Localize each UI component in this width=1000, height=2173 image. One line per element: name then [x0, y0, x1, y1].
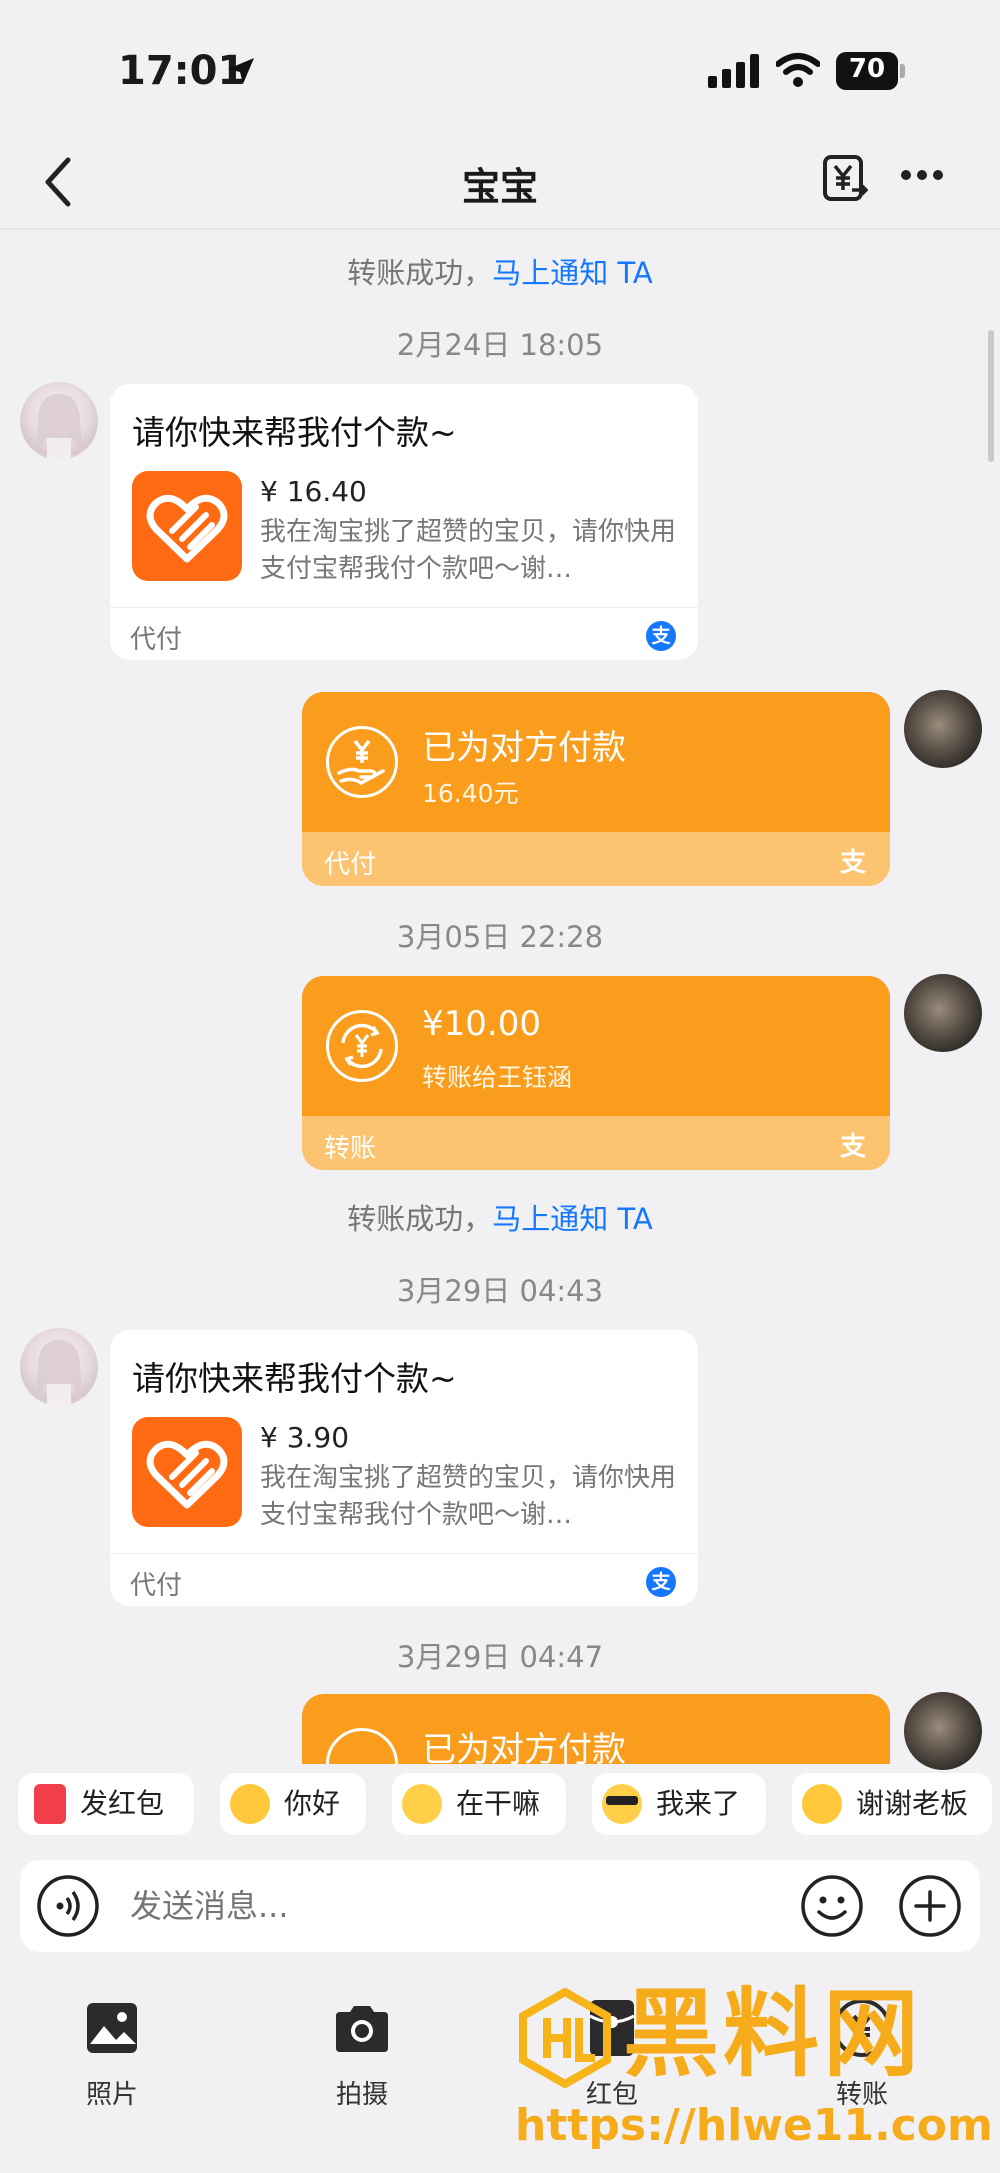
pay-request-card[interactable]: 请你快来帮我付个款~ ¥ 16.40 我在淘宝挑了超赞的宝贝，请你快用支付宝帮我… — [110, 384, 698, 660]
message-input-bar — [20, 1860, 980, 1952]
sunglasses-emoji-icon — [602, 1784, 642, 1824]
camera-icon — [336, 2006, 388, 2052]
request-description: 我在淘宝挑了超赞的宝贝，请你快用支付宝帮我付个款吧～谢… — [260, 517, 677, 584]
quick-reply-label: 谢谢老板 — [856, 1787, 969, 1820]
voice-icon[interactable] — [36, 1874, 100, 1938]
paid-title: 已为对方付款 — [422, 728, 626, 768]
status-bar: 17:01 70 — [0, 0, 1000, 140]
add-icon[interactable] — [898, 1874, 962, 1938]
card-divider — [110, 607, 698, 608]
pay-request-card[interactable]: 请你快来帮我付个款~ ¥ 3.90 我在淘宝挑了超赞的宝贝，请你快用支付宝帮我付… — [110, 1330, 698, 1606]
battery-tip — [900, 64, 905, 78]
alipay-icon: 支 — [839, 1132, 866, 1162]
yuan-hand-icon — [326, 726, 398, 798]
transfer-footer-label: 转账 — [324, 1134, 377, 1164]
notify-link[interactable]: 马上通知 TA — [492, 256, 653, 290]
timestamp: 3月29日 04:47 — [396, 1640, 604, 1674]
taobao-heart-icon — [132, 471, 242, 581]
more-icon[interactable] — [900, 168, 944, 182]
request-description: 我在淘宝挑了超赞的宝贝，请你快用支付宝帮我付个款吧～谢… — [260, 1463, 677, 1530]
quick-reply-thanks-boss[interactable]: 谢谢老板 — [792, 1773, 992, 1835]
timestamp: 3月05日 22:28 — [396, 920, 604, 954]
request-title: 请你快来帮我付个款~ — [132, 1359, 457, 1398]
watermark-brand: 黑料网 — [623, 1978, 923, 2090]
thanks-emoji-icon — [802, 1784, 842, 1824]
battery-level: 70 — [848, 54, 886, 84]
system-message: 转账成功，马上通知 TA — [0, 1196, 1000, 1238]
my-avatar[interactable] — [904, 690, 982, 768]
request-footer-label: 代付 — [130, 1571, 183, 1601]
nav-bar: 宝宝 — [0, 140, 1000, 230]
red-packet-icon — [34, 1784, 66, 1824]
contact-avatar[interactable] — [20, 1328, 98, 1406]
tool-label: 拍摄 — [335, 2080, 388, 2110]
quick-reply-bar: 发红包 你好 在干嘛 我来了 谢谢老板 — [0, 1773, 1000, 1841]
request-price: ¥ 3.90 — [260, 1421, 350, 1454]
wave-emoji-icon — [230, 1784, 270, 1824]
photo-icon — [87, 2003, 137, 2053]
my-avatar[interactable] — [904, 1692, 982, 1770]
paid-title: 已为对方付款 — [422, 1730, 626, 1764]
taobao-heart-icon — [132, 1417, 242, 1527]
alipay-icon: 支 — [646, 1567, 676, 1597]
transfer-amount: ¥10.00 — [422, 1004, 541, 1044]
watermark-logo-icon — [519, 1988, 611, 2088]
quick-reply-label: 在干嘛 — [456, 1787, 541, 1820]
quick-reply-label: 发红包 — [80, 1787, 165, 1820]
card-divider — [110, 1553, 698, 1554]
transfer-recipient: 转账给王钰涵 — [422, 1063, 573, 1092]
watermark-url: https://hlwe11.com — [515, 2100, 993, 2151]
timestamp: 3月29日 04:43 — [396, 1274, 604, 1308]
yuan-hand-icon — [326, 1728, 398, 1764]
request-title: 请你快来帮我付个款~ — [132, 413, 457, 452]
system-text: 转账成功， — [347, 256, 493, 290]
quick-reply-hello[interactable]: 你好 — [220, 1773, 366, 1835]
timestamp: 2月24日 18:05 — [396, 328, 604, 362]
paid-card-footer — [302, 832, 890, 886]
alipay-icon: 支 — [839, 848, 866, 878]
transfer-cycle-icon — [326, 1010, 398, 1082]
paid-amount: 16.40元 — [422, 779, 519, 808]
notify-link[interactable]: 马上通知 TA — [492, 1202, 653, 1236]
transfer-record-icon[interactable] — [822, 154, 868, 204]
quick-reply-red-packet[interactable]: 发红包 — [18, 1773, 194, 1835]
paid-footer-label: 代付 — [324, 850, 377, 880]
transfer-card[interactable]: ¥10.00 转账给王钰涵 转账 支 — [302, 976, 890, 1170]
request-price: ¥ 16.40 — [260, 475, 367, 508]
contact-avatar[interactable] — [20, 382, 98, 460]
signal-icon — [708, 54, 759, 88]
system-message: 转账成功，马上通知 TA — [0, 250, 1000, 292]
quick-reply-label: 你好 — [284, 1787, 341, 1820]
system-text: 转账成功， — [347, 1202, 493, 1236]
alipay-icon: 支 — [646, 621, 676, 651]
wifi-icon — [776, 53, 820, 87]
location-arrow-icon — [228, 58, 254, 84]
curious-emoji-icon — [402, 1784, 442, 1824]
quick-reply-coming[interactable]: 我来了 — [592, 1773, 766, 1835]
message-input[interactable] — [130, 1878, 690, 1934]
quick-reply-what-doing[interactable]: 在干嘛 — [392, 1773, 566, 1835]
battery-icon: 70 — [836, 52, 898, 90]
my-avatar[interactable] — [904, 974, 982, 1052]
request-footer-label: 代付 — [130, 625, 183, 655]
transfer-card-footer — [302, 1116, 890, 1170]
emoji-icon[interactable] — [800, 1874, 864, 1938]
tool-label: 照片 — [85, 2080, 138, 2110]
watermark: 黑料网 https://hlwe11.com — [515, 1978, 995, 2168]
paid-card[interactable]: 已为对方付款 16.40元 代付 支 — [302, 692, 890, 886]
quick-reply-label: 我来了 — [656, 1787, 741, 1820]
paid-card[interactable]: 已为对方付款 — [302, 1694, 890, 1764]
